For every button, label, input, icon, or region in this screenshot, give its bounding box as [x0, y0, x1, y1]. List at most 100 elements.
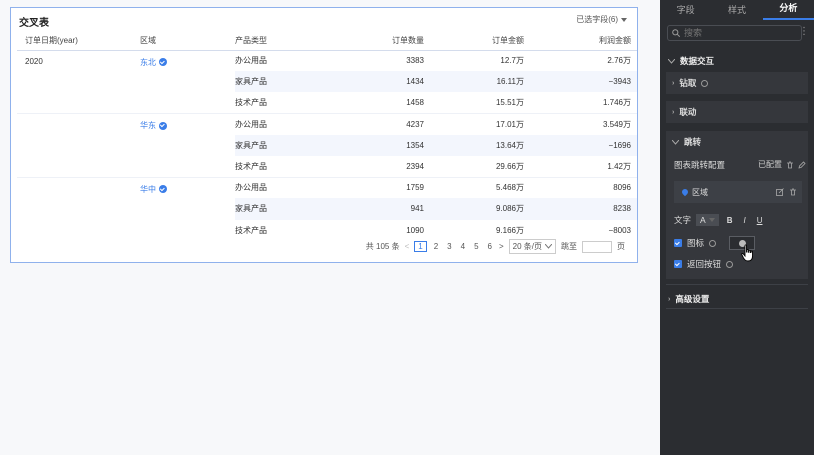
header-profit[interactable]: 利润金额 — [530, 31, 637, 51]
jump-config-status: 已配置 — [758, 159, 806, 170]
cell-region — [140, 220, 235, 241]
page-size-select[interactable]: 20 条/页 — [508, 239, 556, 254]
advanced-settings-label: 高级设置 — [675, 294, 710, 304]
pager-page-3[interactable]: 3 — [445, 242, 453, 251]
text-label: 文字 — [674, 215, 692, 225]
info-icon — [701, 79, 709, 87]
cell-year — [17, 113, 140, 135]
pager-next-button[interactable]: > — [499, 242, 504, 251]
cell-profit: 3.549万 — [530, 113, 637, 135]
cross-table: 订单日期(year) 区域 产品类型 订单数量 订单金额 利润金额 2020 东北… — [17, 31, 637, 241]
cell-product-type: 办公用品 — [235, 113, 325, 135]
pager-page-1[interactable]: 1 — [414, 241, 427, 252]
font-color-label: A — [700, 215, 706, 225]
pager-prev-button[interactable]: < — [405, 242, 410, 251]
header-product-type[interactable]: 产品类型 — [235, 31, 325, 51]
icon-checkbox[interactable] — [674, 239, 682, 247]
link-section[interactable]: › 联动 — [666, 101, 808, 123]
pager-page-6[interactable]: 6 — [486, 242, 494, 251]
jump-field-chip[interactable]: 区域 — [674, 181, 802, 203]
table-row: 技术产品 2394 29.66万 1.42万 — [17, 156, 637, 177]
font-color-button[interactable]: A — [696, 214, 719, 226]
page-size-label: 20 条/页 — [512, 242, 542, 251]
cell-year: 2020 — [25, 56, 43, 66]
pager-page-2[interactable]: 2 — [432, 242, 440, 251]
cell-profit: −8003 — [608, 225, 631, 235]
divider — [666, 284, 808, 285]
panel-search[interactable] — [667, 25, 802, 41]
cell-region[interactable]: 东北 — [140, 50, 235, 71]
cell-region — [140, 135, 235, 156]
selected-fields-dropdown[interactable]: 已选字段(6) — [576, 14, 627, 25]
cell-order-amount: 9.166万 — [495, 225, 524, 235]
config-panel: 字段 样式 分析 ⋮ 数据交互 › 钻取 › 联动 跳转 图表跳转配置 已配置 — [660, 0, 814, 455]
info-icon — [726, 260, 734, 268]
bold-button[interactable]: B — [724, 215, 736, 226]
cell-order-qty: 1458 — [406, 98, 424, 108]
header-order-date[interactable]: 订单日期(year) — [17, 31, 140, 51]
region-link[interactable]: 华东 — [140, 120, 167, 131]
region-label: 东北 — [140, 57, 156, 67]
search-input[interactable] — [684, 28, 784, 38]
region-label: 华东 — [140, 121, 156, 131]
tab-fields[interactable]: 字段 — [660, 3, 711, 20]
delete-icon[interactable] — [786, 161, 794, 169]
edit-icon[interactable] — [798, 160, 806, 169]
cell-order-qty: 1354 — [325, 134, 430, 156]
region-link[interactable]: 华中 — [140, 184, 167, 195]
section-data-interaction[interactable]: 数据交互 — [668, 55, 714, 67]
field-chip-label: 区域 — [692, 187, 708, 197]
delete-icon[interactable] — [789, 188, 797, 196]
header-region[interactable]: 区域 — [140, 31, 235, 51]
search-icon — [672, 29, 680, 37]
jump-link-icon — [159, 185, 167, 194]
pager-page-5[interactable]: 5 — [472, 242, 480, 251]
cell-profit: −1696 — [530, 134, 637, 156]
table-row: 华东 办公用品 4237 17.01万 3.549万 — [17, 113, 637, 135]
location-icon — [680, 187, 690, 197]
drill-section[interactable]: › 钻取 — [666, 72, 808, 94]
cell-region[interactable]: 华中 — [140, 176, 235, 199]
card-title: 交叉表 — [19, 18, 49, 29]
cell-order-qty: 4237 — [325, 113, 430, 135]
cell-profit: 1.746万 — [602, 98, 631, 108]
pager-page-4[interactable]: 4 — [459, 242, 467, 251]
back-button-checkbox[interactable] — [674, 260, 682, 268]
table-row: 技术产品 1090 9.166万 −8003 — [17, 220, 637, 241]
back-button-label: 返回按钮 — [687, 259, 722, 269]
icon-label: 图标 — [687, 238, 705, 248]
drill-label: 钻取 — [679, 78, 697, 88]
header-order-amount[interactable]: 订单金额 — [430, 31, 530, 51]
underline-button[interactable]: U — [754, 215, 766, 226]
cell-year — [17, 198, 140, 219]
cell-profit: 2.76万 — [607, 56, 631, 66]
header-order-qty[interactable]: 订单数量 — [325, 31, 430, 51]
text-format-row: 文字 A B I U — [674, 214, 765, 226]
cross-table-card[interactable]: 交叉表 已选字段(6) 订单日期(year) 区域 产品类型 订单数量 订单金额… — [10, 7, 638, 263]
tab-analysis[interactable]: 分析 — [762, 1, 814, 20]
cell-order-qty: 1090 — [406, 225, 424, 235]
italic-button[interactable]: I — [740, 215, 748, 226]
cell-order-amount: 12.7万 — [500, 56, 524, 66]
back-button-option-row: 返回按钮 — [674, 258, 734, 270]
pagination: 共 105 条 < 1 2 3 4 5 6 > 20 条/页 跳至 页 — [366, 239, 625, 254]
chevron-down-icon — [545, 244, 552, 249]
tab-style[interactable]: 样式 — [711, 3, 762, 20]
jump-header[interactable]: 跳转 — [666, 131, 808, 153]
more-icon[interactable]: ⋮ — [799, 27, 809, 37]
cell-profit: 1.42万 — [607, 161, 631, 171]
cell-order-amount: 9.086万 — [430, 198, 530, 220]
cell-region[interactable]: 华东 — [140, 113, 235, 135]
goto-page-input[interactable] — [582, 240, 612, 253]
edit-icon[interactable] — [776, 188, 784, 196]
advanced-settings-section[interactable]: › 高级设置 — [668, 293, 709, 305]
chevron-down-icon — [672, 139, 679, 145]
chevron-down-icon — [668, 58, 675, 64]
table-row: 技术产品 1458 15.51万 1.746万 — [17, 92, 637, 113]
goto-label: 跳至 — [561, 242, 577, 251]
table-row: 2020 东北 办公用品 3383 12.7万 2.76万 — [17, 50, 637, 71]
cell-product-type: 办公用品 — [235, 176, 325, 199]
region-link[interactable]: 东北 — [140, 57, 167, 68]
pager-total: 共 105 条 — [365, 242, 400, 251]
cell-profit: −3943 — [530, 71, 637, 93]
